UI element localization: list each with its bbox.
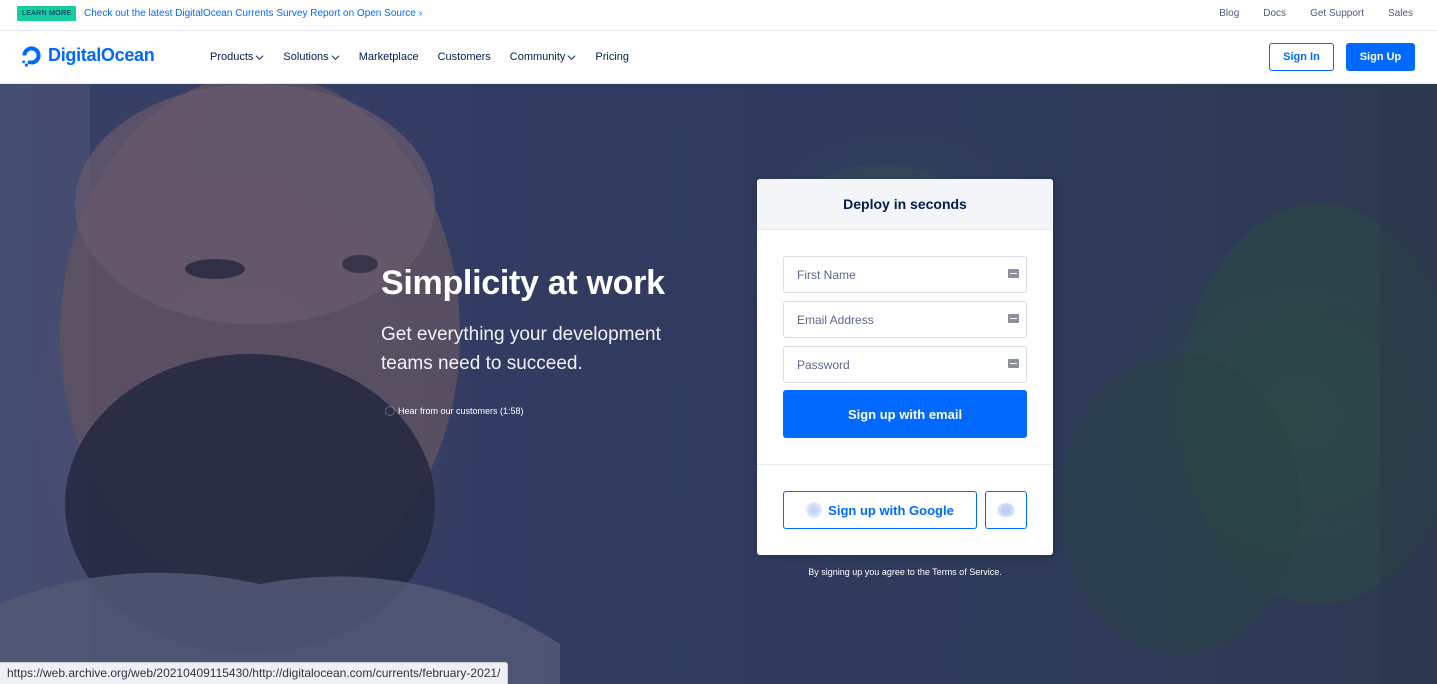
watch-video-label: Hear from our customers (1:58) (398, 406, 524, 416)
chevron-right-icon: › (418, 8, 423, 19)
password-input[interactable] (784, 347, 1026, 382)
announcement-link[interactable]: Check out the latest DigitalOcean Curren… (84, 8, 422, 19)
sign-up-button[interactable]: Sign Up (1346, 43, 1415, 71)
main-navigation: DigitalOcean Products Solutions Marketpl… (0, 31, 1437, 84)
sign-up-with-google-button[interactable]: Sign up with Google (783, 491, 977, 529)
digitalocean-logo-icon (22, 46, 41, 67)
nav-item-label: Pricing (595, 51, 630, 63)
logo-link[interactable]: DigitalOcean (20, 44, 155, 67)
google-icon (806, 502, 823, 518)
nav-item-label: Community (509, 51, 566, 63)
chevron-down-icon (255, 54, 264, 60)
sign-up-with-email-button[interactable]: Sign up with email (783, 390, 1027, 438)
nav-item-solutions[interactable]: Solutions (283, 51, 340, 63)
nav-item-community[interactable]: Community (510, 51, 577, 63)
nav-item-label: Solutions (283, 51, 329, 63)
autofill-key-icon[interactable] (1008, 359, 1019, 368)
email-input[interactable] (784, 302, 1026, 337)
sign-up-with-github-button[interactable] (985, 491, 1027, 529)
signup-card: Deploy in seconds Sign up with email Sig… (757, 179, 1053, 555)
blog-link[interactable]: Blog (1219, 8, 1239, 19)
nav-item-label: Customers (437, 51, 491, 63)
sales-link[interactable]: Sales (1388, 8, 1413, 19)
first-name-field (783, 256, 1027, 293)
google-button-label: Sign up with Google (828, 502, 954, 518)
hero-overlay (0, 84, 1437, 684)
email-field (783, 301, 1027, 338)
nav-item-products[interactable]: Products (210, 51, 264, 63)
hero-section: Simplicity at work Get everything your d… (0, 84, 1437, 684)
hero-title: Simplicity at work (381, 264, 665, 302)
nav-item-label: Products (210, 51, 254, 63)
card-divider (757, 464, 1053, 465)
nav-menu: Products Solutions Marketplace Customers… (210, 51, 648, 63)
sign-in-button[interactable]: Sign In (1269, 43, 1334, 71)
signup-card-heading: Deploy in seconds (757, 179, 1053, 230)
terms-notice: By signing up you agree to the Terms of … (808, 567, 1002, 577)
autofill-key-icon[interactable] (1008, 314, 1019, 323)
play-icon (385, 406, 395, 416)
get-support-link[interactable]: Get Support (1310, 8, 1364, 19)
announcement-text: Check out the latest DigitalOcean Curren… (84, 8, 416, 19)
utility-links: Blog Docs Get Support Sales (1195, 8, 1413, 19)
learn-more-badge[interactable]: LEARN MORE (17, 6, 77, 21)
docs-link[interactable]: Docs (1263, 8, 1286, 19)
first-name-input[interactable] (784, 257, 1026, 292)
password-field (783, 346, 1027, 383)
chevron-down-icon (567, 54, 576, 60)
announcement-bar: LEARN MORE Check out the latest DigitalO… (0, 0, 1437, 31)
autofill-key-icon[interactable] (1008, 269, 1019, 278)
nav-item-label: Marketplace (358, 51, 419, 63)
status-bar-url: https://web.archive.org/web/202104091154… (0, 662, 509, 684)
nav-item-customers[interactable]: Customers (438, 51, 491, 63)
github-icon (997, 503, 1015, 517)
nav-item-pricing[interactable]: Pricing (595, 51, 629, 63)
logo-wordmark: DigitalOcean (48, 45, 155, 65)
nav-item-marketplace[interactable]: Marketplace (359, 51, 419, 63)
hero-subtitle: Get everything your development teams ne… (381, 324, 661, 374)
chevron-down-icon (331, 54, 340, 60)
watch-video-link[interactable]: Hear from our customers (1:58) (385, 406, 524, 416)
